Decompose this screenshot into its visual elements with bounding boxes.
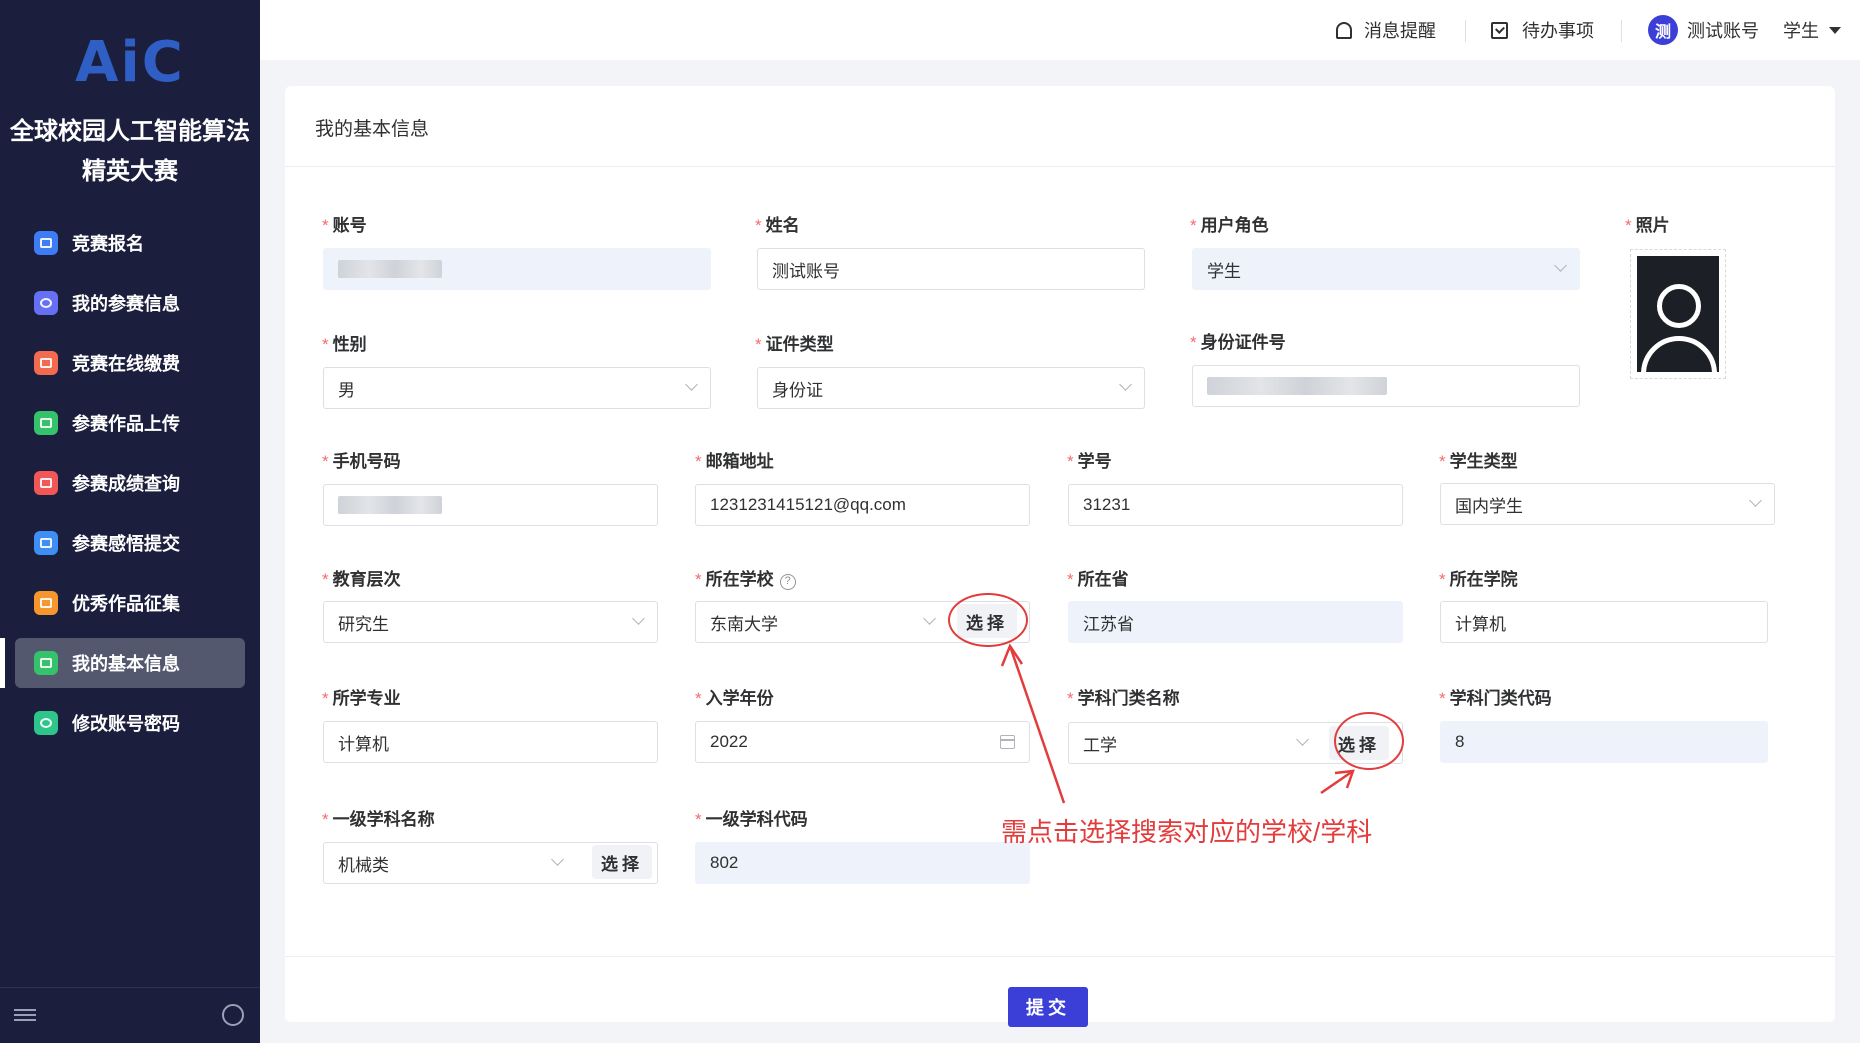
annotation-arrows [1000, 643, 1355, 804]
annotation-text: 需点击选择搜索对应的学校/学科 [1001, 817, 1373, 847]
